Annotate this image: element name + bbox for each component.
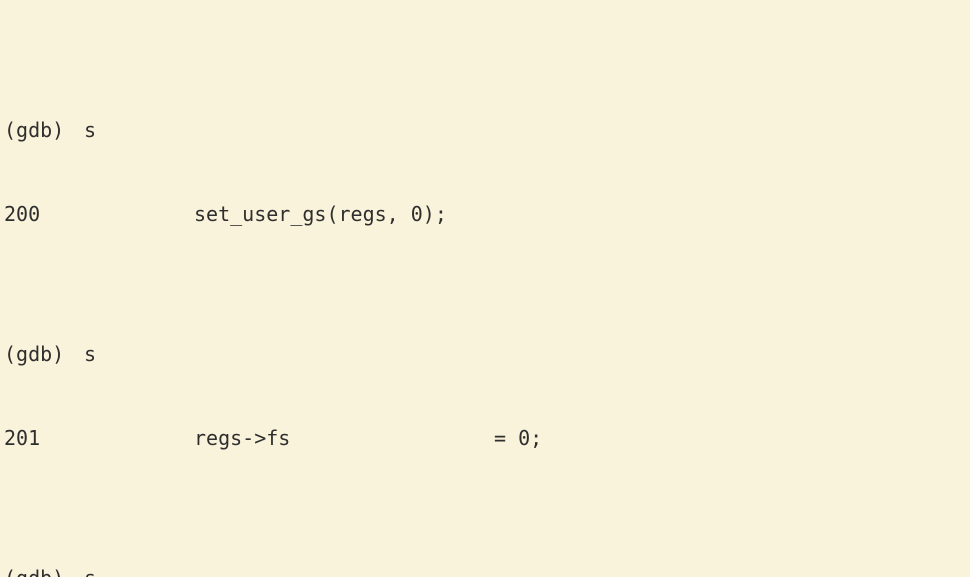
- gdb-prompt-row[interactable]: (gdb) s: [4, 340, 966, 368]
- gdb-terminal[interactable]: (gdb) s 200 set_user_gs(regs, 0); (gdb) …: [0, 0, 970, 577]
- gdb-prompt: (gdb): [4, 340, 84, 368]
- gdb-command: s: [84, 340, 96, 368]
- line-number: 200: [4, 200, 194, 228]
- line-number: 201: [4, 424, 194, 452]
- source-rhs: = 0;: [494, 424, 542, 452]
- gdb-command: s: [84, 564, 96, 577]
- source-row: 200 set_user_gs(regs, 0);: [4, 200, 966, 228]
- source-lhs: regs->fs: [194, 424, 494, 452]
- source-row: 201 regs->fs = 0;: [4, 424, 966, 452]
- gdb-prompt-row[interactable]: (gdb) s: [4, 116, 966, 144]
- gdb-prompt: (gdb): [4, 116, 84, 144]
- source-text: set_user_gs(regs, 0);: [194, 200, 447, 228]
- gdb-command: s: [84, 116, 96, 144]
- gdb-prompt-row[interactable]: (gdb) s: [4, 564, 966, 577]
- gdb-prompt: (gdb): [4, 564, 84, 577]
